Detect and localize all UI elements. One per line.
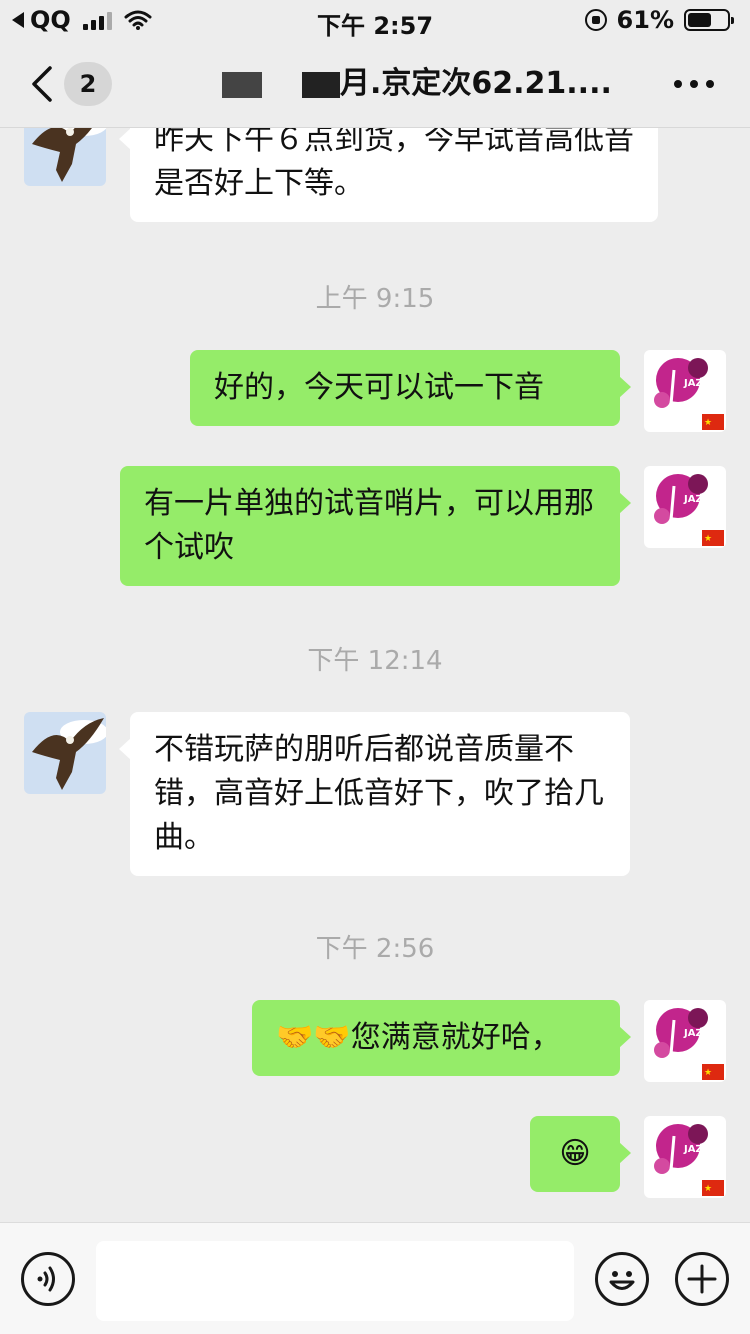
battery-fill	[688, 13, 712, 27]
chat-title-text: 月.京定次62.21....	[340, 66, 612, 101]
jazz-avatar-image: JAZZ ★	[644, 1000, 726, 1082]
redaction-block	[222, 71, 262, 98]
message-bubble-outgoing[interactable]: 好的，今天可以试一下音	[190, 350, 631, 426]
message-timestamp: 下午 2:56	[315, 934, 435, 964]
svg-text:★: ★	[704, 534, 712, 544]
svg-text:JAZZ: JAZZ	[683, 1028, 710, 1039]
svg-text:★: ★	[704, 418, 712, 428]
battery-percent: 61%	[616, 6, 674, 34]
unread-count-badge[interactable]: 2	[64, 62, 112, 106]
redaction-block	[302, 71, 340, 98]
back-chevron-icon[interactable]	[28, 64, 56, 104]
orientation-lock-icon	[584, 9, 607, 31]
input-bar	[0, 1222, 750, 1334]
jazz-avatar-image: JAZZ ★	[644, 350, 726, 432]
message-list[interactable]: 昨天下午６点到货，今早试音高低音是否好上下等。 上午 9:15 好的，今天可以试…	[0, 128, 750, 1222]
message-bubble-outgoing[interactable]: 😁	[530, 1116, 631, 1192]
contact-avatar[interactable]	[24, 128, 106, 186]
message-timestamp: 上午 9:15	[315, 284, 435, 314]
message-text: 🤝🤝您满意就好哈，	[276, 1020, 561, 1055]
message-text: 😁	[559, 1136, 591, 1171]
plus-icon[interactable]	[675, 1252, 729, 1306]
my-avatar[interactable]: JAZZ ★	[644, 1116, 726, 1198]
message-bubble-incoming[interactable]: 不错玩萨的朋听后都说音质量不错，高音好上低音好下，吹了拾几曲。	[119, 712, 630, 876]
svg-text:★: ★	[704, 1068, 712, 1078]
svg-text:JAZZ: JAZZ	[683, 1144, 710, 1155]
message-bubble-incoming[interactable]: 昨天下午６点到货，今早试音高低音是否好上下等。	[119, 128, 658, 222]
smiley-glyph	[609, 1271, 635, 1290]
contact-avatar[interactable]	[24, 712, 106, 794]
more-options-icon[interactable]	[674, 80, 714, 88]
my-avatar[interactable]: JAZZ ★	[644, 466, 726, 548]
my-avatar[interactable]: JAZZ ★	[644, 350, 726, 432]
chat-title[interactable]: 月.京定次62.21....	[222, 64, 612, 104]
svg-text:JAZZ: JAZZ	[683, 494, 710, 505]
message-text: 有一片单独的试音哨片，可以用那个试吹	[144, 486, 594, 565]
voice-wave-glyph	[37, 1266, 55, 1292]
voice-icon[interactable]	[21, 1252, 75, 1306]
message-text: 好的，今天可以试一下音	[214, 370, 544, 405]
status-bar: QQ 下午 2:57 61%	[0, 0, 750, 40]
emoji-icon[interactable]	[595, 1252, 649, 1306]
jazz-avatar-image: JAZZ ★	[644, 1116, 726, 1198]
chat-nav-bar: 2 月.京定次62.21....	[0, 40, 750, 128]
plus-glyph	[687, 1264, 717, 1294]
message-bubble-outgoing[interactable]: 🤝🤝您满意就好哈，	[252, 1000, 631, 1076]
message-text: 不错玩萨的朋听后都说音质量不错，高音好上低音好下，吹了拾几曲。	[154, 732, 604, 855]
svg-text:JAZZ: JAZZ	[683, 378, 710, 389]
message-text: 昨天下午６点到货，今早试音高低音是否好上下等。	[154, 128, 634, 201]
status-right: 61%	[584, 6, 734, 34]
jazz-avatar-image: JAZZ ★	[644, 466, 726, 548]
wechat-chat-screen: QQ 下午 2:57 61% 2 月.京定次62.21.... 昨天下午６点到货…	[0, 0, 750, 1334]
battery-icon	[684, 9, 734, 31]
my-avatar[interactable]: JAZZ ★	[644, 1000, 726, 1082]
message-timestamp: 下午 12:14	[307, 646, 443, 676]
message-input[interactable]	[96, 1241, 574, 1321]
message-bubble-outgoing[interactable]: 有一片单独的试音哨片，可以用那个试吹	[120, 466, 631, 586]
eagle-avatar-image	[24, 712, 106, 794]
eagle-avatar-image	[24, 128, 106, 186]
svg-text:★: ★	[704, 1184, 712, 1194]
